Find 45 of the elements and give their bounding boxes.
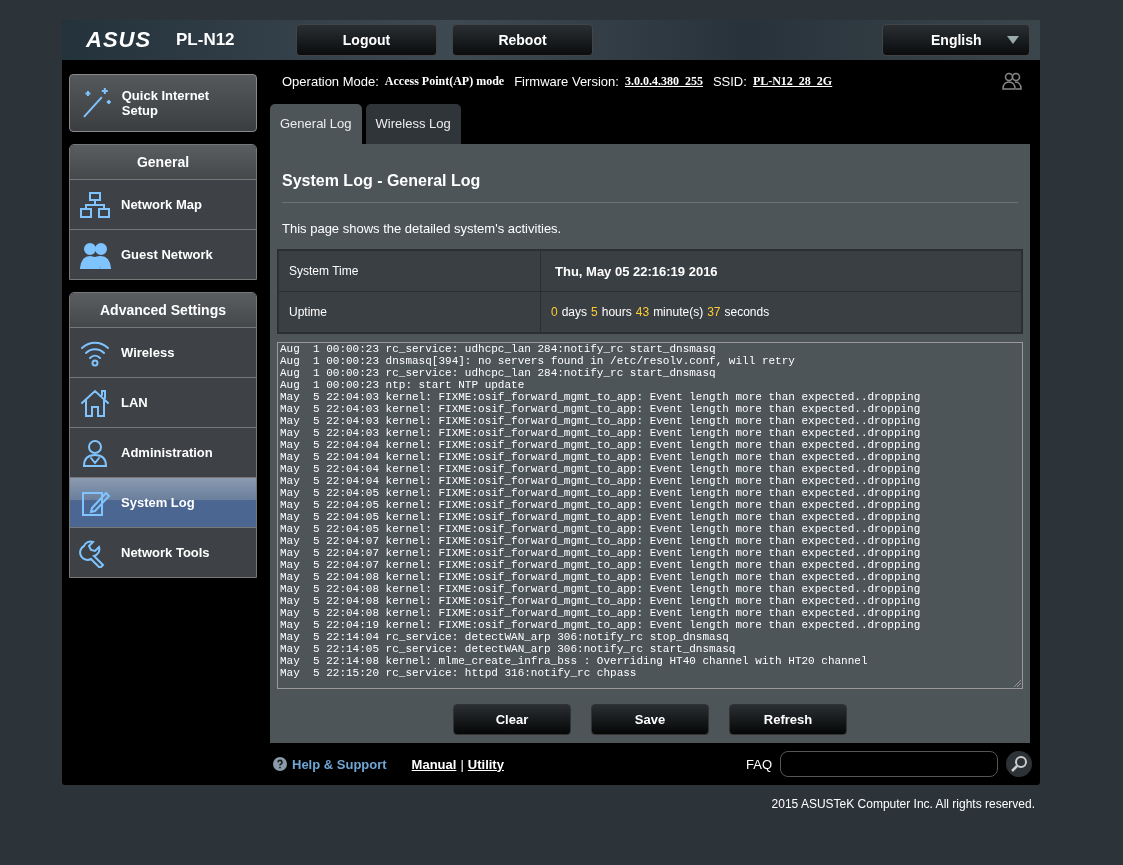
resize-grip-icon[interactable] xyxy=(1013,679,1021,687)
action-button[interactable]: Save xyxy=(591,704,709,735)
menu-item[interactable]: Network Map xyxy=(70,180,256,230)
house-icon xyxy=(79,387,111,418)
tab[interactable]: Wireless Log xyxy=(365,104,461,144)
network-icon xyxy=(79,189,111,220)
operation-mode-label: Operation Mode: xyxy=(282,73,379,89)
menu-section-header: Advanced Settings xyxy=(70,293,256,328)
tab[interactable]: General Log xyxy=(270,104,362,144)
menu-item[interactable]: System Log xyxy=(70,478,256,528)
search-icon xyxy=(1010,755,1028,773)
firmware-label: Firmware Version: xyxy=(514,73,619,89)
menu-section-header: General xyxy=(70,145,256,180)
help-icon xyxy=(273,757,287,771)
link-separator: | xyxy=(460,756,464,772)
ssid-label: SSID: xyxy=(712,73,747,89)
menu-item[interactable]: Guest Network xyxy=(70,230,256,279)
action-button[interactable]: Refresh xyxy=(729,704,847,735)
page-title: System Log - General Log xyxy=(281,171,482,191)
header-button[interactable]: Reboot xyxy=(452,24,593,56)
users-icon[interactable] xyxy=(1002,72,1022,90)
utility-link[interactable]: Utility xyxy=(467,756,504,772)
help-support-link[interactable]: Help & Support xyxy=(292,756,387,772)
page-description: This page shows the detailed system's activities. xyxy=(281,220,563,238)
menu-item[interactable]: Network Tools xyxy=(70,528,256,577)
action-button[interactable]: Clear xyxy=(453,704,571,735)
quick-setup-button[interactable]: Quick Internet Setup xyxy=(69,74,257,132)
language-dropdown[interactable]: English xyxy=(882,24,1030,56)
menu-item[interactable]: Wireless xyxy=(70,328,256,378)
manual-link[interactable]: Manual xyxy=(411,756,457,772)
log-text-area[interactable]: Aug 1 00:00:23 rc_service: udhcpc_lan 284:notify_rc start_dnsmasq Aug 1 00:00:23 dnsmasq[394]: no servers found in /etc/resolv.conf, will retry Aug 1 00:00:23 rc_service: udhcpc_lan 284:notify_rc start_dnsmasq Aug 1 00:00:23 ntp: start NTP update May 5 22:04:03 kernel: FIXME:osif_forward_mgmt_to_app: Event length more than expected..dropping May 5 22:04:03 kernel: FIXME:osif_forward_mgmt_to_app: Event length more than expected..dropping May 5 22:04:03 kernel: FIXME:osif_forward_mgmt_to_app: Event length more than expected..dropping May 5 22:04:03 kernel: FIXME:osif_forward_mgmt_to_app: Event length more than expected..dropping May 5 22:04:04 kernel: FIXME:osif_forward_mgmt_to_app: Event length more than expected..dropping May 5 22:04:04 kernel: FIXME:osif_forward_mgmt_to_app: Event length more than expected..dropping May 5 22:04:04 kernel: FIXME:osif_forward_mgmt_to_app: Event length more than expected..dropping May 5 22:04:04 kernel: FIXME:osif_forward_mgmt_to_app: Event length more than expected..dropping May 5 22:04:05 kernel: FIXME:osif_forward_mgmt_to_app: Event length more than expected..dropping May 5 22:04:05 kernel: FIXME:osif_forward_mgmt_to_app: Event length more than expected..dropping May 5 22:04:05 kernel: FIXME:osif_forward_mgmt_to_app: Event length more than expected..dropping May 5 22:04:05 kernel: FIXME:osif_forward_mgmt_to_app: Event length more than expected..dropping May 5 22:04:07 kernel: FIXME:osif_forward_mgmt_to_app: Event length more than expected..dropping May 5 22:04:07 kernel: FIXME:osif_forward_mgmt_to_app: Event length more than expected..dropping May 5 22:04:07 kernel: FIXME:osif_forward_mgmt_to_app: Event length more than expected..dropping May 5 22:04:08 kernel: FIXME:osif_forward_mgmt_to_app: Event length more than expected..dropping May 5 22:04:08 kernel: FIXME:osif_forward_mgmt_to_app: Event length more than expected..dropping May 5 22:04:08 kernel: FIXME:osif_forward_mgmt_to_app: Event length more than expected..dropping May 5 22:04:08 kernel: FIXME:osif_forward_mgmt_to_app: Event length more than expected..dropping May 5 22:04:19 kernel: FIXME:osif_forward_mgmt_to_app: Event length more than expected..dropping May 5 22:14:04 rc_service: detectWAN_arp 306:notify_rc stop_dnsmasq May 5 22:14:05 rc_service: detectWAN_arp 306:notify_rc start_dnsmasq May 5 22:14:08 kernel: mlme_create_infra_bss : Overriding HT40 channel with HT20 channel May 5 22:15:20 rc_service: httpd 316:notify_rc chpass xyxy=(277,342,1023,689)
search-button[interactable] xyxy=(1006,751,1032,777)
copyright-text: 2015 ASUSTeK Computer Inc. All rights reserved. xyxy=(770,797,1035,811)
ssid-link[interactable]: PL-N12_28_2G xyxy=(752,73,833,89)
operation-mode-value: Access Point(AP) mode xyxy=(384,73,505,89)
table-cell: System Time xyxy=(278,250,541,292)
header-button[interactable]: Logout xyxy=(296,24,437,56)
menu-item[interactable]: LAN xyxy=(70,378,256,428)
faq-search-field[interactable] xyxy=(780,751,998,777)
caret-icon xyxy=(1007,36,1019,44)
brand-logo: ASUS xyxy=(86,27,153,53)
faq-label: FAQ xyxy=(746,756,772,772)
model-name: PL-N12 xyxy=(176,30,236,50)
menu-item[interactable]: Administration xyxy=(70,428,256,478)
firmware-link[interactable]: 3.0.0.4.380_255 xyxy=(624,73,703,89)
